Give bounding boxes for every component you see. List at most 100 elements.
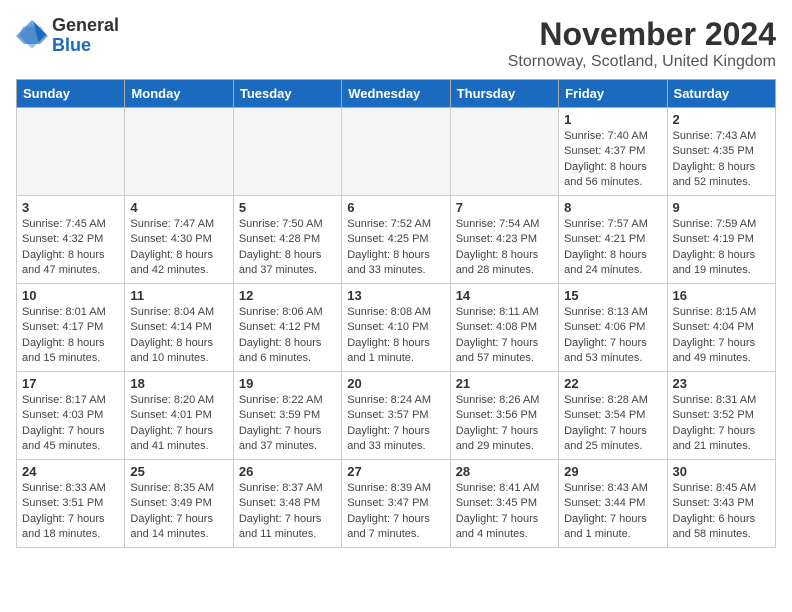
logo-blue: Blue <box>52 36 119 56</box>
calendar-cell: 21 Sunrise: 8:26 AM Sunset: 3:56 PM Dayli… <box>450 372 558 460</box>
day-info: Sunrise: 8:26 AM Sunset: 3:56 PM Dayligh… <box>456 393 553 455</box>
calendar-header: SundayMondayTuesdayWednesdayThursdayFrid… <box>17 80 776 108</box>
calendar-cell: 5 Sunrise: 7:50 AM Sunset: 4:28 PM Daylig… <box>233 196 341 284</box>
day-number: 21 <box>456 376 553 391</box>
calendar-week-4: 24 Sunrise: 8:33 AM Sunset: 3:51 PM Dayli… <box>17 460 776 548</box>
calendar-cell: 27 Sunrise: 8:39 AM Sunset: 3:47 PM Dayli… <box>342 460 450 548</box>
day-number: 27 <box>347 464 444 479</box>
calendar-cell: 11 Sunrise: 8:04 AM Sunset: 4:14 PM Dayli… <box>125 284 233 372</box>
logo-icon <box>16 20 48 52</box>
day-info: Sunrise: 8:04 AM Sunset: 4:14 PM Dayligh… <box>130 305 227 367</box>
day-number: 22 <box>564 376 661 391</box>
day-info: Sunrise: 8:06 AM Sunset: 4:12 PM Dayligh… <box>239 305 336 367</box>
calendar-cell: 17Sunrise: 8:17 AM Sunset: 4:03 PM Dayli… <box>17 372 125 460</box>
day-info: Sunrise: 8:22 AM Sunset: 3:59 PM Dayligh… <box>239 393 336 455</box>
day-number: 15 <box>564 288 661 303</box>
day-number: 20 <box>347 376 444 391</box>
calendar-cell: 7 Sunrise: 7:54 AM Sunset: 4:23 PM Daylig… <box>450 196 558 284</box>
day-number: 8 <box>564 200 661 215</box>
day-number: 18 <box>130 376 227 391</box>
calendar-cell: 20 Sunrise: 8:24 AM Sunset: 3:57 PM Dayli… <box>342 372 450 460</box>
day-info: Sunrise: 8:28 AM Sunset: 3:54 PM Dayligh… <box>564 393 661 455</box>
day-number: 5 <box>239 200 336 215</box>
day-number: 25 <box>130 464 227 479</box>
day-info: Sunrise: 8:13 AM Sunset: 4:06 PM Dayligh… <box>564 305 661 367</box>
day-info: Sunrise: 8:31 AM Sunset: 3:52 PM Dayligh… <box>673 393 770 455</box>
page-header: General Blue November 2024 Stornoway, Sc… <box>16 16 776 71</box>
day-info: Sunrise: 8:15 AM Sunset: 4:04 PM Dayligh… <box>673 305 770 367</box>
day-info: Sunrise: 8:43 AM Sunset: 3:44 PM Dayligh… <box>564 481 661 543</box>
calendar-week-3: 17Sunrise: 8:17 AM Sunset: 4:03 PM Dayli… <box>17 372 776 460</box>
calendar-cell: 24 Sunrise: 8:33 AM Sunset: 3:51 PM Dayli… <box>17 460 125 548</box>
day-info: Sunrise: 7:59 AM Sunset: 4:19 PM Dayligh… <box>673 217 770 279</box>
calendar-cell <box>17 108 125 196</box>
calendar-cell: 25 Sunrise: 8:35 AM Sunset: 3:49 PM Dayli… <box>125 460 233 548</box>
day-info: Sunrise: 7:54 AM Sunset: 4:23 PM Dayligh… <box>456 217 553 279</box>
calendar-cell <box>450 108 558 196</box>
day-info: Sunrise: 8:37 AM Sunset: 3:48 PM Dayligh… <box>239 481 336 543</box>
day-number: 19 <box>239 376 336 391</box>
header-row: SundayMondayTuesdayWednesdayThursdayFrid… <box>17 80 776 108</box>
calendar-cell: 16 Sunrise: 8:15 AM Sunset: 4:04 PM Dayli… <box>667 284 775 372</box>
logo: General Blue <box>16 16 119 56</box>
month-year-title: November 2024 <box>508 16 776 53</box>
calendar-cell <box>233 108 341 196</box>
calendar-cell: 3 Sunrise: 7:45 AM Sunset: 4:32 PM Daylig… <box>17 196 125 284</box>
day-info: Sunrise: 7:40 AM Sunset: 4:37 PM Dayligh… <box>564 129 661 191</box>
calendar-cell: 1 Sunrise: 7:40 AM Sunset: 4:37 PM Daylig… <box>559 108 667 196</box>
day-info: Sunrise: 7:50 AM Sunset: 4:28 PM Dayligh… <box>239 217 336 279</box>
day-info: Sunrise: 8:39 AM Sunset: 3:47 PM Dayligh… <box>347 481 444 543</box>
day-info: Sunrise: 8:45 AM Sunset: 3:43 PM Dayligh… <box>673 481 770 543</box>
day-info: Sunrise: 8:08 AM Sunset: 4:10 PM Dayligh… <box>347 305 444 367</box>
calendar-cell: 9 Sunrise: 7:59 AM Sunset: 4:19 PM Daylig… <box>667 196 775 284</box>
calendar-cell: 18 Sunrise: 8:20 AM Sunset: 4:01 PM Dayli… <box>125 372 233 460</box>
calendar-week-1: 3 Sunrise: 7:45 AM Sunset: 4:32 PM Daylig… <box>17 196 776 284</box>
day-number: 9 <box>673 200 770 215</box>
calendar-week-0: 1 Sunrise: 7:40 AM Sunset: 4:37 PM Daylig… <box>17 108 776 196</box>
day-info: Sunrise: 8:17 AM Sunset: 4:03 PM Dayligh… <box>22 393 119 455</box>
day-number: 3 <box>22 200 119 215</box>
calendar-cell: 12 Sunrise: 8:06 AM Sunset: 4:12 PM Dayli… <box>233 284 341 372</box>
day-number: 1 <box>564 112 661 127</box>
calendar-table: SundayMondayTuesdayWednesdayThursdayFrid… <box>16 79 776 548</box>
calendar-cell: 14Sunrise: 8:11 AM Sunset: 4:08 PM Dayli… <box>450 284 558 372</box>
day-number: 13 <box>347 288 444 303</box>
calendar-cell: 19 Sunrise: 8:22 AM Sunset: 3:59 PM Dayli… <box>233 372 341 460</box>
calendar-cell: 2Sunrise: 7:43 AM Sunset: 4:35 PM Daylig… <box>667 108 775 196</box>
day-number: 28 <box>456 464 553 479</box>
day-number: 23 <box>673 376 770 391</box>
day-number: 4 <box>130 200 227 215</box>
day-number: 26 <box>239 464 336 479</box>
day-info: Sunrise: 8:35 AM Sunset: 3:49 PM Dayligh… <box>130 481 227 543</box>
logo-text: General Blue <box>52 16 119 56</box>
day-number: 29 <box>564 464 661 479</box>
header-sunday: Sunday <box>17 80 125 108</box>
day-number: 2 <box>673 112 770 127</box>
day-info: Sunrise: 8:24 AM Sunset: 3:57 PM Dayligh… <box>347 393 444 455</box>
day-number: 12 <box>239 288 336 303</box>
calendar-cell: 26 Sunrise: 8:37 AM Sunset: 3:48 PM Dayli… <box>233 460 341 548</box>
day-info: Sunrise: 7:45 AM Sunset: 4:32 PM Dayligh… <box>22 217 119 279</box>
calendar-cell: 6Sunrise: 7:52 AM Sunset: 4:25 PM Daylig… <box>342 196 450 284</box>
calendar-cell: 30Sunrise: 8:45 AM Sunset: 3:43 PM Dayli… <box>667 460 775 548</box>
day-info: Sunrise: 7:52 AM Sunset: 4:25 PM Dayligh… <box>347 217 444 279</box>
calendar-cell: 15 Sunrise: 8:13 AM Sunset: 4:06 PM Dayli… <box>559 284 667 372</box>
calendar-cell: 22 Sunrise: 8:28 AM Sunset: 3:54 PM Dayli… <box>559 372 667 460</box>
calendar-cell: 10Sunrise: 8:01 AM Sunset: 4:17 PM Dayli… <box>17 284 125 372</box>
calendar-cell <box>125 108 233 196</box>
calendar-cell: 28 Sunrise: 8:41 AM Sunset: 3:45 PM Dayli… <box>450 460 558 548</box>
location-subtitle: Stornoway, Scotland, United Kingdom <box>508 53 776 71</box>
calendar-week-2: 10Sunrise: 8:01 AM Sunset: 4:17 PM Dayli… <box>17 284 776 372</box>
day-number: 14 <box>456 288 553 303</box>
day-info: Sunrise: 8:33 AM Sunset: 3:51 PM Dayligh… <box>22 481 119 543</box>
header-monday: Monday <box>125 80 233 108</box>
day-number: 11 <box>130 288 227 303</box>
day-number: 16 <box>673 288 770 303</box>
day-number: 24 <box>22 464 119 479</box>
day-number: 7 <box>456 200 553 215</box>
calendar-body: 1 Sunrise: 7:40 AM Sunset: 4:37 PM Daylig… <box>17 108 776 548</box>
header-thursday: Thursday <box>450 80 558 108</box>
day-info: Sunrise: 8:20 AM Sunset: 4:01 PM Dayligh… <box>130 393 227 455</box>
day-info: Sunrise: 8:41 AM Sunset: 3:45 PM Dayligh… <box>456 481 553 543</box>
day-info: Sunrise: 8:01 AM Sunset: 4:17 PM Dayligh… <box>22 305 119 367</box>
